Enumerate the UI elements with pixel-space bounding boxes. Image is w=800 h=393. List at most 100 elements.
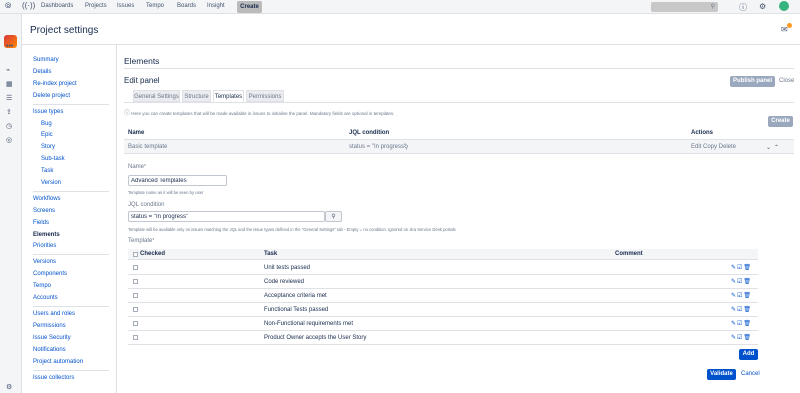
tab-templates[interactable]: Templates: [213, 90, 244, 102]
sidebar-item-notifications[interactable]: Notifications: [33, 347, 66, 353]
search-icon[interactable]: ⚲: [404, 144, 408, 151]
sidebar-item-fields[interactable]: Fields: [33, 220, 49, 226]
row-actions: ✎☑🗑: [731, 278, 752, 285]
row-checkbox[interactable]: [133, 321, 138, 326]
table-row: Functional Tests passed ✎☑🗑: [128, 303, 758, 317]
sidebar-item-bug[interactable]: Bug: [41, 121, 52, 127]
release-icon[interactable]: ⇪: [6, 108, 12, 116]
more-icon[interactable]: •••: [6, 43, 13, 50]
close-link[interactable]: Close: [779, 78, 794, 84]
sidebar-item-version[interactable]: Version: [41, 180, 61, 186]
sidebar-item-issue-collectors[interactable]: Issue collectors: [33, 375, 74, 381]
wifi-logo-icon[interactable]: ((·)): [22, 1, 35, 10]
board-icon[interactable]: ▦: [6, 80, 13, 88]
sidebar-item-reindex[interactable]: Re-index project: [33, 81, 77, 87]
row-actions: ✎☑🗑: [731, 334, 752, 341]
required-mark: *: [144, 164, 146, 170]
settings-sidebar: Summary Details Re-index project Delete …: [22, 45, 117, 393]
jira-logo-icon[interactable]: ⦾: [5, 1, 11, 11]
trash-icon[interactable]: 🗑: [743, 307, 752, 313]
task-text: Non-Functional requirements met: [264, 321, 354, 327]
template-name: Basic template: [128, 144, 168, 150]
row-actions: ✎☑🗑: [731, 292, 752, 299]
help-icon[interactable]: ⓘ: [739, 2, 747, 13]
chevron-up-icon[interactable]: ⌃: [774, 144, 779, 151]
divider: [33, 306, 109, 307]
search-icon: ⚲: [331, 214, 336, 220]
sidebar-item-story[interactable]: Story: [41, 144, 55, 150]
nav-issues[interactable]: Issues: [117, 3, 134, 9]
sidebar-item-priorities[interactable]: Priorities: [33, 243, 56, 249]
nav-insight[interactable]: Insight: [207, 3, 225, 9]
edit-panel-title: Edit panel: [124, 76, 160, 85]
nav-boards[interactable]: Boards: [177, 3, 196, 9]
row-checkbox[interactable]: [133, 265, 138, 270]
sidebar-item-users-roles[interactable]: Users and roles: [33, 311, 75, 317]
create-button[interactable]: Create: [237, 1, 262, 13]
jql-search-button[interactable]: ⚲: [325, 211, 342, 222]
sidebar-item-subtask[interactable]: Sub-task: [41, 156, 65, 162]
tab-permissions[interactable]: Permissions: [246, 90, 284, 102]
nav-dashboards[interactable]: Dashboards: [41, 3, 73, 9]
name-input[interactable]: [128, 175, 227, 186]
trash-icon[interactable]: 🗑: [743, 321, 752, 327]
row-checkbox[interactable]: [133, 279, 138, 284]
row-checkbox[interactable]: [133, 335, 138, 340]
sidebar-item-screens[interactable]: Screens: [33, 208, 55, 214]
table-row: Code reviewed ✎☑🗑: [128, 275, 758, 289]
notification-badge: [787, 23, 792, 28]
task-text: Code reviewed: [264, 279, 305, 285]
trash-icon[interactable]: 🗑: [743, 293, 752, 299]
gear-icon[interactable]: ⚙: [759, 2, 766, 11]
sidebar-item-elements[interactable]: Elements: [33, 232, 60, 238]
sidebar-item-versions[interactable]: Versions: [33, 259, 56, 265]
components-icon[interactable]: ◎: [6, 136, 12, 144]
sidebar-item-workflows[interactable]: Workflows: [33, 196, 61, 202]
add-button[interactable]: Add: [739, 349, 758, 360]
backlog-icon[interactable]: ☰: [6, 94, 12, 102]
name-label: Name*: [128, 164, 146, 170]
nav-projects[interactable]: Projects: [85, 3, 107, 9]
column-header-actions: Actions: [691, 130, 714, 136]
sidebar-item-permissions[interactable]: Permissions: [33, 323, 66, 329]
sidebar-item-issue-security[interactable]: Issue Security: [33, 335, 71, 341]
row-checkbox[interactable]: [133, 307, 138, 312]
trash-icon[interactable]: 🗑: [743, 265, 752, 271]
trash-icon[interactable]: 🗑: [743, 279, 752, 285]
sidebar-item-project-automation[interactable]: Project automation: [33, 359, 83, 365]
sidebar-item-delete-project[interactable]: Delete project: [33, 93, 70, 99]
sidebar-item-components[interactable]: Components: [33, 271, 67, 277]
avatar[interactable]: [779, 1, 789, 11]
trash-icon[interactable]: 🗑: [743, 335, 752, 341]
jql-label: JQL condition: [128, 202, 165, 208]
sidebar-item-details[interactable]: Details: [33, 69, 51, 75]
search-input[interactable]: ⚲: [651, 2, 718, 12]
create-template-button[interactable]: Create: [768, 116, 793, 127]
tab-general-settings[interactable]: General Settings: [133, 90, 180, 102]
cancel-link[interactable]: Cancel: [741, 371, 760, 377]
row-checkbox[interactable]: [133, 293, 138, 298]
nav-tempo[interactable]: Tempo: [146, 3, 164, 9]
roadmap-icon[interactable]: ⌁: [6, 66, 10, 74]
template-actions[interactable]: Edit Copy Delete: [691, 144, 736, 150]
divider: [33, 191, 109, 192]
chevron-down-icon[interactable]: ⌄: [766, 144, 771, 151]
sidebar-item-issue-types[interactable]: Issue types: [33, 109, 63, 115]
select-all-checkbox[interactable]: [133, 252, 138, 257]
tab-structure[interactable]: Structure: [182, 90, 211, 102]
column-header-checked: Checked: [140, 251, 166, 257]
template-label-text: Template: [128, 238, 153, 244]
jql-input[interactable]: [128, 211, 325, 222]
table-row: Product Owner accepts the User Story ✎☑🗑: [128, 331, 758, 345]
validate-button[interactable]: Validate: [707, 369, 736, 380]
reports-icon[interactable]: ◷: [6, 122, 12, 130]
sidebar-item-task[interactable]: Task: [41, 168, 53, 174]
sidebar-item-epic[interactable]: Epic: [41, 132, 53, 138]
row-actions: ✎☑🗑: [731, 306, 752, 313]
sidebar-item-tempo[interactable]: Tempo: [33, 283, 51, 289]
sidebar-item-accounts[interactable]: Accounts: [33, 295, 58, 301]
settings-icon[interactable]: ⚙: [6, 383, 12, 391]
column-header-jql: JQL condition: [349, 130, 390, 136]
sidebar-item-summary[interactable]: Summary: [33, 57, 59, 63]
publish-panel-button[interactable]: Publish panel: [730, 76, 775, 87]
